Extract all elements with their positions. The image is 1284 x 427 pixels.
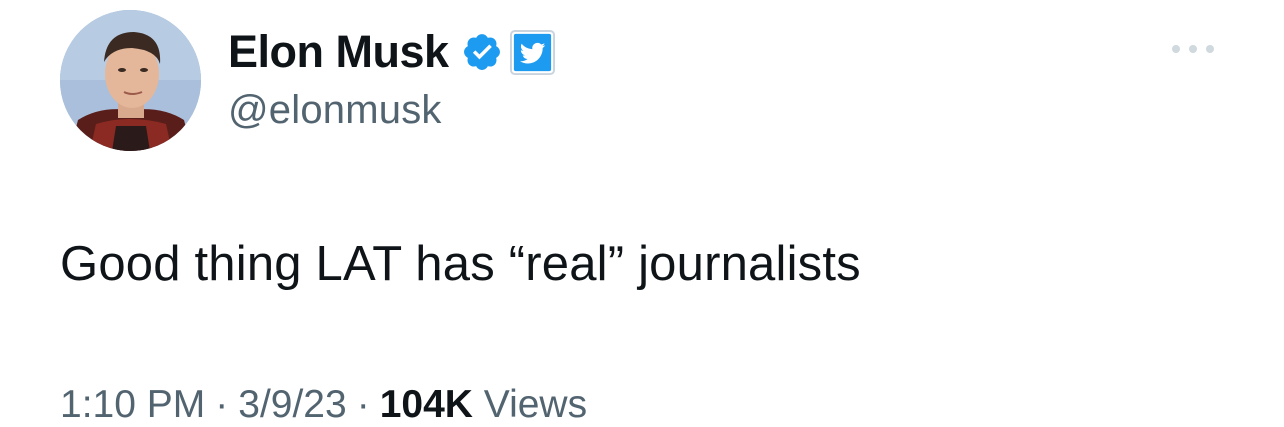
- more-options-icon[interactable]: [1168, 36, 1218, 62]
- display-name[interactable]: Elon Musk: [228, 26, 449, 78]
- author-handle[interactable]: @elonmusk: [228, 88, 556, 133]
- verified-badge-icon[interactable]: [461, 31, 503, 73]
- tweet-date[interactable]: 3/9/23: [238, 383, 346, 426]
- name-row: Elon Musk: [228, 22, 556, 82]
- meta-separator: ·: [356, 383, 370, 426]
- author-block: Elon Musk @elonmusk: [228, 22, 556, 133]
- tweet-meta: 1:10 PM · 3/9/23 · 104K Views: [60, 383, 587, 427]
- avatar[interactable]: [60, 10, 201, 151]
- meta-separator: ·: [215, 383, 229, 426]
- avatar-image: [60, 10, 201, 151]
- views-count[interactable]: 104K: [380, 383, 473, 426]
- tweet-time[interactable]: 1:10 PM: [60, 383, 205, 426]
- views-label: Views: [483, 383, 588, 426]
- tweet-text: Good thing LAT has “real” journalists: [60, 237, 861, 291]
- tweet-card: Elon Musk @elonmusk Good thing LAT has “…: [0, 0, 1284, 427]
- twitter-bird-icon[interactable]: [509, 29, 556, 76]
